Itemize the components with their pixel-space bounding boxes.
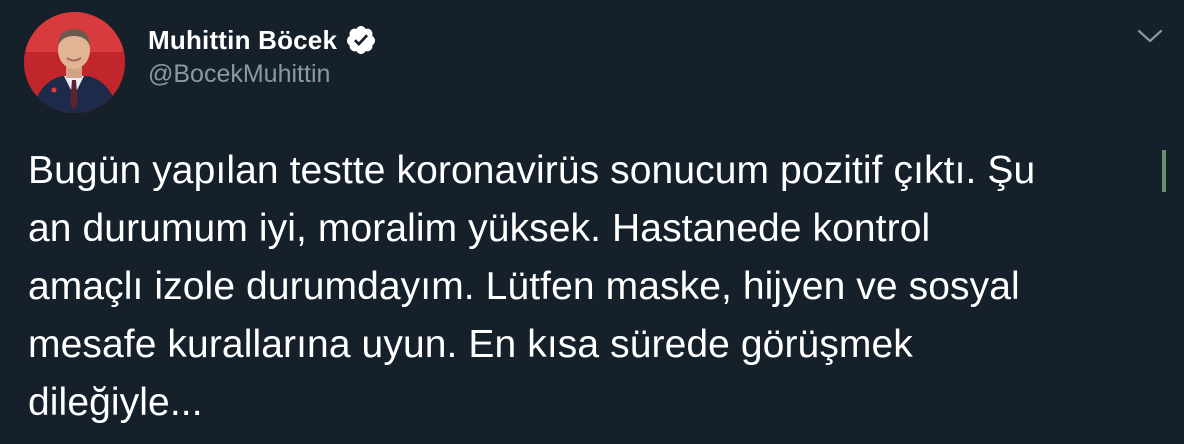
text-cursor	[1162, 150, 1166, 192]
tweet-card: Muhittin Böcek @BocekMuhittin Bugün yapı…	[0, 0, 1184, 444]
verified-badge-icon	[347, 26, 376, 54]
avatar[interactable]	[24, 12, 125, 113]
name-row: Muhittin Böcek	[148, 22, 377, 58]
avatar-photo-icon	[24, 12, 125, 113]
user-handle[interactable]: @BocekMuhittin	[148, 60, 330, 89]
display-name[interactable]: Muhittin Böcek	[148, 25, 337, 56]
chevron-down-icon[interactable]	[1136, 26, 1164, 46]
tweet-text: Bugün yapılan testte koronavirüs sonucum…	[28, 149, 1036, 424]
